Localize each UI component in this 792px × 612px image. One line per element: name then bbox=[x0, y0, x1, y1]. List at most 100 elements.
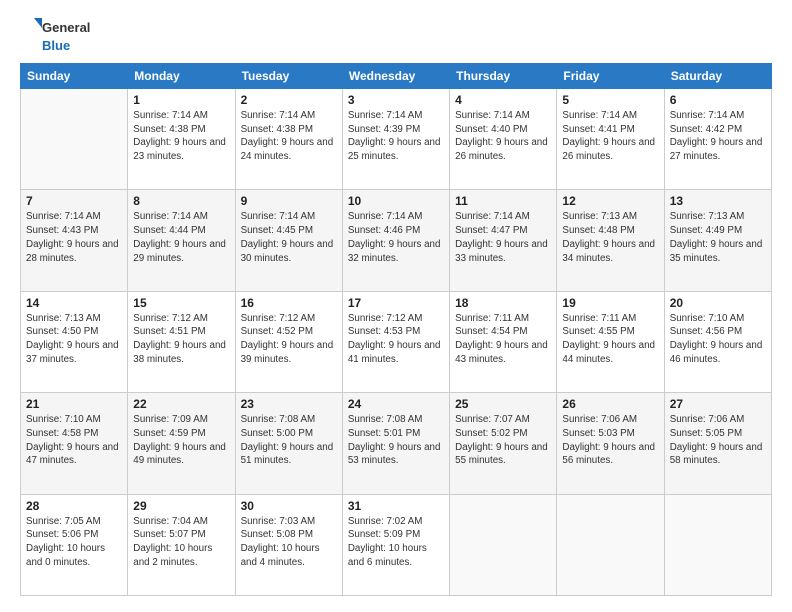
cell-day-number: 26 bbox=[562, 397, 658, 411]
cell-info: Sunrise: 7:14 AMSunset: 4:40 PMDaylight:… bbox=[455, 109, 551, 164]
cell-info: Sunrise: 7:14 AMSunset: 4:43 PMDaylight:… bbox=[26, 210, 122, 265]
cell-info: Sunrise: 7:14 AMSunset: 4:46 PMDaylight:… bbox=[348, 210, 444, 265]
calendar-cell: 8 Sunrise: 7:14 AMSunset: 4:44 PMDaylight… bbox=[128, 190, 235, 291]
cell-info: Sunrise: 7:14 AMSunset: 4:38 PMDaylight:… bbox=[133, 109, 229, 164]
cell-info: Sunrise: 7:14 AMSunset: 4:39 PMDaylight:… bbox=[348, 109, 444, 164]
calendar-cell: 12 Sunrise: 7:13 AMSunset: 4:48 PMDayligh… bbox=[557, 190, 664, 291]
cell-info: Sunrise: 7:14 AMSunset: 4:42 PMDaylight:… bbox=[670, 109, 766, 164]
calendar-cell: 24 Sunrise: 7:08 AMSunset: 5:01 PMDayligh… bbox=[342, 393, 449, 494]
cell-info: Sunrise: 7:10 AMSunset: 4:58 PMDaylight:… bbox=[26, 413, 122, 468]
cell-day-number: 9 bbox=[241, 194, 337, 208]
cell-info: Sunrise: 7:14 AMSunset: 4:41 PMDaylight:… bbox=[562, 109, 658, 164]
calendar-cell: 1 Sunrise: 7:14 AMSunset: 4:38 PMDaylight… bbox=[128, 89, 235, 190]
calendar-cell: 29 Sunrise: 7:04 AMSunset: 5:07 PMDayligh… bbox=[128, 494, 235, 595]
calendar-cell: 4 Sunrise: 7:14 AMSunset: 4:40 PMDaylight… bbox=[450, 89, 557, 190]
cell-day-number: 30 bbox=[241, 499, 337, 513]
cell-info: Sunrise: 7:14 AMSunset: 4:44 PMDaylight:… bbox=[133, 210, 229, 265]
cell-day-number: 12 bbox=[562, 194, 658, 208]
calendar-cell bbox=[21, 89, 128, 190]
calendar-cell: 27 Sunrise: 7:06 AMSunset: 5:05 PMDayligh… bbox=[664, 393, 771, 494]
cell-info: Sunrise: 7:09 AMSunset: 4:59 PMDaylight:… bbox=[133, 413, 229, 468]
calendar-cell: 2Sunrise: 7:14 AMSunset: 4:38 PMDaylight… bbox=[235, 89, 342, 190]
cell-info: Sunrise: 7:03 AMSunset: 5:08 PMDaylight:… bbox=[241, 515, 337, 570]
cell-day-number: 18 bbox=[455, 296, 551, 310]
calendar-cell: 13 Sunrise: 7:13 AMSunset: 4:49 PMDayligh… bbox=[664, 190, 771, 291]
cell-day-number: 7 bbox=[26, 194, 122, 208]
cell-info: Sunrise: 7:08 AMSunset: 5:00 PMDaylight:… bbox=[241, 413, 337, 468]
cell-day-number: 13 bbox=[670, 194, 766, 208]
cell-day-number: 5 bbox=[562, 93, 658, 107]
cell-day-number: 15 bbox=[133, 296, 229, 310]
logo: General Blue bbox=[20, 16, 90, 53]
cell-day-number: 1 bbox=[133, 93, 229, 107]
header-monday: Monday bbox=[128, 64, 235, 89]
cell-info: Sunrise: 7:05 AMSunset: 5:06 PMDaylight:… bbox=[26, 515, 122, 570]
calendar-header-row: SundayMondayTuesdayWednesdayThursdayFrid… bbox=[21, 64, 772, 89]
calendar-cell: 14Sunrise: 7:13 AMSunset: 4:50 PMDayligh… bbox=[21, 291, 128, 392]
calendar-cell: 7 Sunrise: 7:14 AMSunset: 4:43 PMDaylight… bbox=[21, 190, 128, 291]
page: General Blue SundayMondayTuesdayWednesda… bbox=[0, 0, 792, 612]
calendar-cell: 9 Sunrise: 7:14 AMSunset: 4:45 PMDaylight… bbox=[235, 190, 342, 291]
cell-info: Sunrise: 7:06 AMSunset: 5:05 PMDaylight:… bbox=[670, 413, 766, 468]
calendar-week-row: 14Sunrise: 7:13 AMSunset: 4:50 PMDayligh… bbox=[21, 291, 772, 392]
cell-info: Sunrise: 7:08 AMSunset: 5:01 PMDaylight:… bbox=[348, 413, 444, 468]
calendar-week-row: 28 Sunrise: 7:05 AMSunset: 5:06 PMDayligh… bbox=[21, 494, 772, 595]
cell-day-number: 3 bbox=[348, 93, 444, 107]
cell-info: Sunrise: 7:12 AMSunset: 4:51 PMDaylight:… bbox=[133, 312, 229, 367]
calendar-cell: 23Sunrise: 7:08 AMSunset: 5:00 PMDayligh… bbox=[235, 393, 342, 494]
cell-day-number: 22 bbox=[133, 397, 229, 411]
cell-day-number: 19 bbox=[562, 296, 658, 310]
cell-info: Sunrise: 7:14 AMSunset: 4:45 PMDaylight:… bbox=[241, 210, 337, 265]
cell-day-number: 6 bbox=[670, 93, 766, 107]
calendar-cell bbox=[664, 494, 771, 595]
logo-text-general: General bbox=[42, 20, 90, 35]
header-saturday: Saturday bbox=[664, 64, 771, 89]
calendar-cell: 3 Sunrise: 7:14 AMSunset: 4:39 PMDaylight… bbox=[342, 89, 449, 190]
cell-info: Sunrise: 7:04 AMSunset: 5:07 PMDaylight:… bbox=[133, 515, 229, 570]
calendar-cell: 11Sunrise: 7:14 AMSunset: 4:47 PMDayligh… bbox=[450, 190, 557, 291]
calendar-cell: 15 Sunrise: 7:12 AMSunset: 4:51 PMDayligh… bbox=[128, 291, 235, 392]
calendar-week-row: 1 Sunrise: 7:14 AMSunset: 4:38 PMDaylight… bbox=[21, 89, 772, 190]
cell-info: Sunrise: 7:06 AMSunset: 5:03 PMDaylight:… bbox=[562, 413, 658, 468]
header-friday: Friday bbox=[557, 64, 664, 89]
cell-info: Sunrise: 7:12 AMSunset: 4:53 PMDaylight:… bbox=[348, 312, 444, 367]
cell-day-number: 25 bbox=[455, 397, 551, 411]
cell-day-number: 29 bbox=[133, 499, 229, 513]
calendar-cell: 31 Sunrise: 7:02 AMSunset: 5:09 PMDayligh… bbox=[342, 494, 449, 595]
cell-day-number: 8 bbox=[133, 194, 229, 208]
cell-day-number: 4 bbox=[455, 93, 551, 107]
cell-day-number: 17 bbox=[348, 296, 444, 310]
header-thursday: Thursday bbox=[450, 64, 557, 89]
calendar-cell: 5 Sunrise: 7:14 AMSunset: 4:41 PMDaylight… bbox=[557, 89, 664, 190]
cell-day-number: 28 bbox=[26, 499, 122, 513]
cell-info: Sunrise: 7:12 AMSunset: 4:52 PMDaylight:… bbox=[241, 312, 337, 367]
cell-info: Sunrise: 7:11 AMSunset: 4:54 PMDaylight:… bbox=[455, 312, 551, 367]
calendar-week-row: 21 Sunrise: 7:10 AMSunset: 4:58 PMDayligh… bbox=[21, 393, 772, 494]
cell-info: Sunrise: 7:11 AMSunset: 4:55 PMDaylight:… bbox=[562, 312, 658, 367]
calendar-cell bbox=[450, 494, 557, 595]
cell-day-number: 27 bbox=[670, 397, 766, 411]
cell-info: Sunrise: 7:07 AMSunset: 5:02 PMDaylight:… bbox=[455, 413, 551, 468]
calendar-cell: 18 Sunrise: 7:11 AMSunset: 4:54 PMDayligh… bbox=[450, 291, 557, 392]
logo-text-blue: Blue bbox=[42, 38, 70, 53]
cell-day-number: 24 bbox=[348, 397, 444, 411]
calendar-cell: 21 Sunrise: 7:10 AMSunset: 4:58 PMDayligh… bbox=[21, 393, 128, 494]
calendar-cell: 17 Sunrise: 7:12 AMSunset: 4:53 PMDayligh… bbox=[342, 291, 449, 392]
calendar-cell: 22 Sunrise: 7:09 AMSunset: 4:59 PMDayligh… bbox=[128, 393, 235, 494]
cell-info: Sunrise: 7:14 AMSunset: 4:38 PMDaylight:… bbox=[241, 109, 337, 164]
cell-info: Sunrise: 7:13 AMSunset: 4:50 PMDaylight:… bbox=[26, 312, 122, 367]
cell-day-number: 10 bbox=[348, 194, 444, 208]
cell-info: Sunrise: 7:14 AMSunset: 4:47 PMDaylight:… bbox=[455, 210, 551, 265]
cell-info: Sunrise: 7:13 AMSunset: 4:49 PMDaylight:… bbox=[670, 210, 766, 265]
calendar-cell: 16Sunrise: 7:12 AMSunset: 4:52 PMDayligh… bbox=[235, 291, 342, 392]
calendar-cell: 28 Sunrise: 7:05 AMSunset: 5:06 PMDayligh… bbox=[21, 494, 128, 595]
calendar-cell: 20Sunrise: 7:10 AMSunset: 4:56 PMDayligh… bbox=[664, 291, 771, 392]
cell-info: Sunrise: 7:02 AMSunset: 5:09 PMDaylight:… bbox=[348, 515, 444, 570]
calendar-cell: 30 Sunrise: 7:03 AMSunset: 5:08 PMDayligh… bbox=[235, 494, 342, 595]
cell-day-number: 31 bbox=[348, 499, 444, 513]
logo-bird-icon bbox=[20, 16, 42, 38]
calendar-cell: 6 Sunrise: 7:14 AMSunset: 4:42 PMDaylight… bbox=[664, 89, 771, 190]
calendar-week-row: 7 Sunrise: 7:14 AMSunset: 4:43 PMDaylight… bbox=[21, 190, 772, 291]
cell-info: Sunrise: 7:13 AMSunset: 4:48 PMDaylight:… bbox=[562, 210, 658, 265]
cell-day-number: 21 bbox=[26, 397, 122, 411]
